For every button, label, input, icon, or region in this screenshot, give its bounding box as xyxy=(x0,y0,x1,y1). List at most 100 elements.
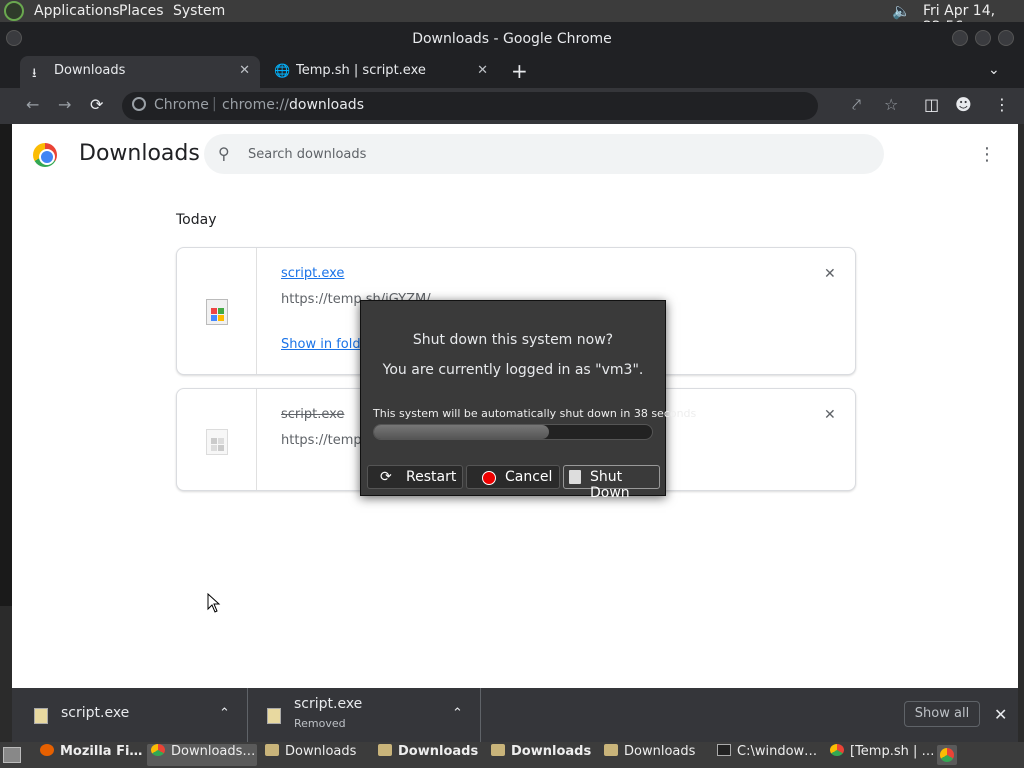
terminal-icon xyxy=(717,744,731,756)
file-icon-column xyxy=(177,389,257,490)
share-icon[interactable]: ⤤ xyxy=(852,95,861,115)
chrome-menu-icon[interactable]: ⋮ xyxy=(994,95,1010,114)
mouse-pointer-icon xyxy=(207,593,221,613)
taskbar-item-folder[interactable]: Downloads xyxy=(600,744,710,766)
close-tab-icon[interactable]: ✕ xyxy=(239,63,250,78)
shutdown-question: Shut down this system now? xyxy=(412,332,614,348)
folder-icon xyxy=(604,744,618,756)
back-icon[interactable]: ← xyxy=(26,95,39,114)
volume-icon[interactable]: 🔈 xyxy=(892,2,911,20)
window-title: Downloads - Google Chrome xyxy=(412,31,612,47)
profile-avatar-icon[interactable]: ☻ xyxy=(955,95,972,114)
taskbar-item-chrome-downloads[interactable]: Downloads… xyxy=(147,744,257,766)
reload-icon[interactable]: ⟳ xyxy=(90,95,103,114)
taskbar-item-firefox[interactable]: Mozilla Fi… xyxy=(36,744,142,766)
taskbar-item-folder[interactable]: Downloads xyxy=(374,744,484,766)
show-all-button[interactable]: Show all xyxy=(904,701,980,727)
countdown-text: This system will be automatically shut d… xyxy=(373,407,697,420)
cancel-stop-icon xyxy=(482,471,496,485)
remove-item-icon[interactable]: ✕ xyxy=(824,407,836,423)
logged-in-user-text: You are currently logged in as "vm3". xyxy=(382,362,644,378)
tab-search-chevron-icon[interactable]: ⌄ xyxy=(988,62,1000,78)
restart-icon: ⟳ xyxy=(380,469,392,485)
chrome-icon xyxy=(940,748,954,762)
url-text[interactable]: chrome://downloads xyxy=(222,97,364,113)
search-icon[interactable]: ⚲ xyxy=(218,144,230,163)
exe-file-icon xyxy=(34,708,48,724)
taskbar-label: [Temp.sh | … xyxy=(850,744,934,759)
taskbar-item-terminal[interactable]: C:\window… xyxy=(713,744,823,766)
close-window-icon[interactable] xyxy=(998,30,1014,46)
exe-file-icon xyxy=(206,429,228,455)
shelf-download-item-removed[interactable]: script.exe Removed ⌃ xyxy=(249,688,481,742)
firefox-icon xyxy=(40,744,54,756)
chrome-icon xyxy=(151,744,165,756)
download-filename: script.exe xyxy=(281,407,345,422)
taskbar-label: C:\window… xyxy=(737,744,818,759)
shutdown-icon xyxy=(569,470,581,484)
taskbar-item-folder[interactable]: Downloads xyxy=(261,744,371,766)
top-panel: Applications Places System 🔈 Fri Apr 14,… xyxy=(0,0,1024,35)
close-shelf-icon[interactable]: ✕ xyxy=(994,705,1007,724)
chrome-icon xyxy=(830,744,844,756)
taskbar-label: Downloads xyxy=(398,744,479,759)
maximize-icon[interactable] xyxy=(975,30,991,46)
more-actions-icon[interactable]: ⋮ xyxy=(978,144,996,165)
cancel-button[interactable]: Cancel xyxy=(466,465,560,489)
download-icon: ⭳ xyxy=(32,66,37,81)
page-title: Downloads xyxy=(79,141,200,166)
chrome-page-icon xyxy=(132,97,146,111)
taskbar-label: Mozilla Fi… xyxy=(60,744,142,759)
taskbar-chrome-launcher[interactable] xyxy=(937,745,957,765)
cancel-label: Cancel xyxy=(505,469,553,485)
tab-downloads[interactable]: ⭳ Downloads ✕ xyxy=(20,56,260,88)
close-tab-icon[interactable]: ✕ xyxy=(477,63,488,78)
tab-label: Temp.sh | script.exe xyxy=(296,63,426,78)
side-panel-icon[interactable]: ◫ xyxy=(924,95,939,114)
distro-logo-icon[interactable] xyxy=(4,1,24,21)
shutdown-label: Shut Down xyxy=(590,469,630,501)
folder-icon xyxy=(378,744,392,756)
menu-places[interactable]: Places xyxy=(119,3,164,19)
folder-icon xyxy=(491,744,505,756)
exe-file-icon xyxy=(206,299,228,325)
bookmark-star-icon[interactable]: ☆ xyxy=(884,95,898,114)
tab-label: Downloads xyxy=(54,63,126,78)
taskbar-label: Downloads… xyxy=(171,744,256,759)
window-left-edge xyxy=(0,124,12,606)
chrome-logo-icon xyxy=(33,143,57,167)
taskbar-label: Downloads xyxy=(511,744,592,759)
search-input[interactable] xyxy=(248,144,848,164)
shut-down-button[interactable]: Shut Down xyxy=(563,465,660,501)
show-desktop-icon[interactable] xyxy=(3,747,21,763)
countdown-progress-bar xyxy=(373,424,653,440)
new-tab-icon[interactable]: + xyxy=(511,59,528,83)
taskbar-item-folder[interactable]: Downloads xyxy=(487,744,597,766)
shelf-filename: script.exe xyxy=(61,705,130,721)
chevron-up-icon[interactable]: ⌃ xyxy=(452,706,463,721)
progress-fill xyxy=(374,425,550,439)
forward-icon[interactable]: → xyxy=(58,95,71,114)
restart-label: Restart xyxy=(406,469,457,485)
taskbar-item-chrome-temp[interactable]: [Temp.sh | … xyxy=(826,744,934,766)
menu-system[interactable]: System xyxy=(173,3,225,19)
restart-button[interactable]: ⟳ Restart xyxy=(367,465,463,489)
file-icon-column xyxy=(177,248,257,374)
url-prefix: chrome:// xyxy=(222,97,289,113)
date-section-heading: Today xyxy=(176,212,217,228)
globe-icon: 🌐 xyxy=(274,64,291,79)
shelf-download-item[interactable]: script.exe ⌃ xyxy=(12,688,248,742)
shelf-filename: script.exe xyxy=(294,696,363,712)
shelf-status: Removed xyxy=(294,717,346,730)
minimize-icon[interactable] xyxy=(952,30,968,46)
download-filename-link[interactable]: script.exe xyxy=(281,266,344,281)
exe-file-icon xyxy=(267,708,281,724)
taskbar-label: Downloads xyxy=(285,744,357,759)
remove-item-icon[interactable]: ✕ xyxy=(824,266,836,282)
url-path: downloads xyxy=(289,97,364,113)
tab-temp-sh[interactable]: 🌐 Temp.sh | script.exe ✕ xyxy=(262,56,498,88)
chevron-up-icon[interactable]: ⌃ xyxy=(219,706,230,721)
omnibox-separator: | xyxy=(212,96,217,112)
menu-applications[interactable]: Applications xyxy=(34,3,120,19)
taskbar-label: Downloads xyxy=(624,744,696,759)
